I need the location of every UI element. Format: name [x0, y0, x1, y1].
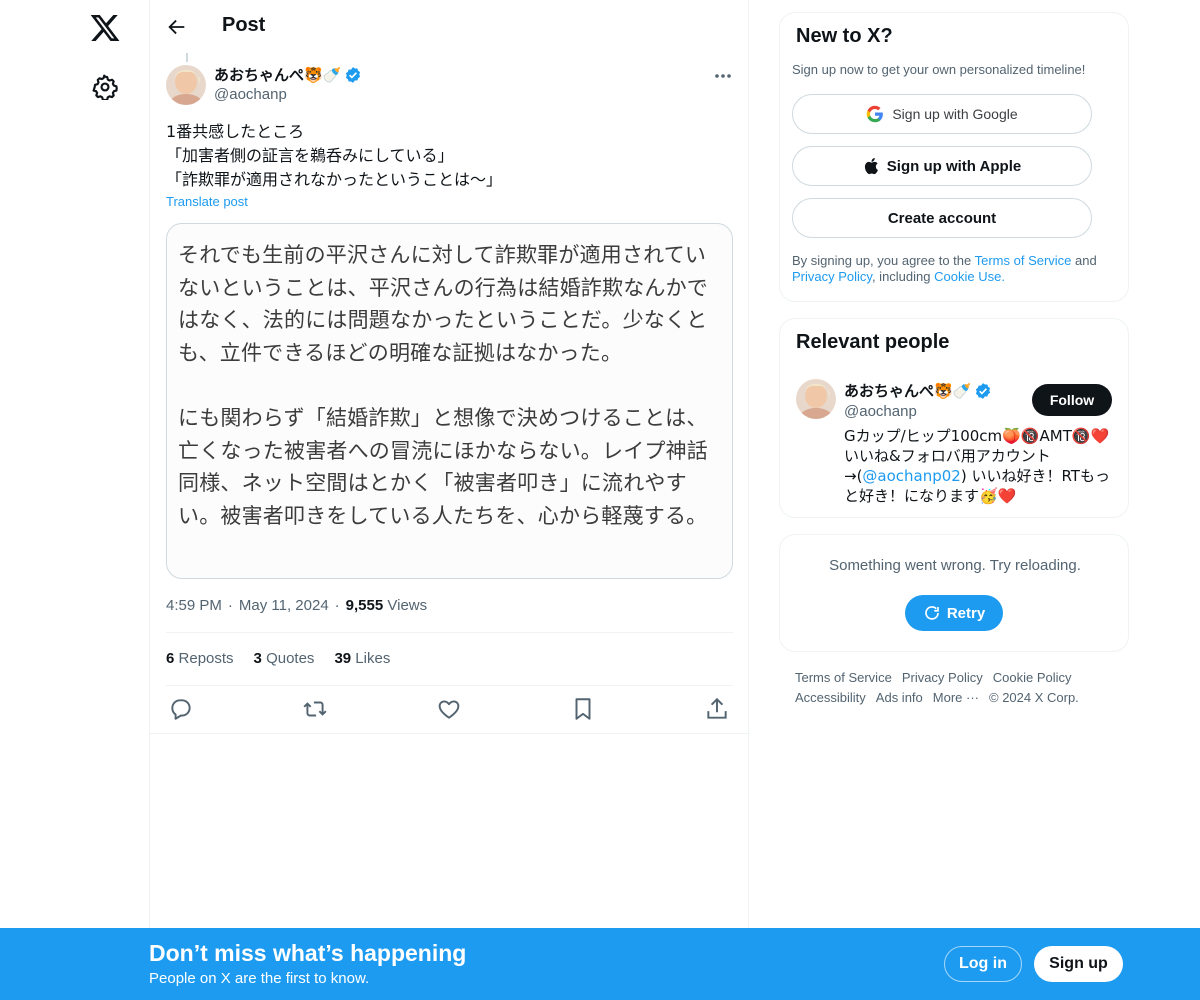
divider [150, 733, 750, 734]
signup-subtitle: Sign up now to get your own personalized… [792, 62, 1086, 77]
create-account-label: Create account [887, 209, 997, 227]
bio-link[interactable]: @aochanp02 [862, 467, 960, 485]
person-name-text[interactable]: あおちゃんぺ🐯🍼 [844, 380, 971, 401]
reply-icon[interactable] [168, 696, 194, 722]
legal-including: , including [871, 269, 935, 284]
x-logo-icon[interactable] [89, 12, 121, 44]
signup-card: New to X? Sign up now to get your own pe… [779, 12, 1129, 302]
main-column: Post あおちゃんぺ🐯🍼 @aochanp 1番共感したところ 「加害者側の証… [149, 0, 750, 1000]
divider [166, 685, 733, 686]
avatar[interactable] [166, 65, 206, 105]
person-handle[interactable]: @aochanp [844, 403, 917, 420]
relevant-people-title: Relevant people [796, 331, 950, 353]
left-nav [0, 0, 150, 1000]
legal-and: and [1071, 253, 1097, 268]
apple-icon [864, 158, 878, 175]
page-title: Post [222, 14, 266, 36]
likes-stat[interactable]: 39 Likes [334, 650, 390, 667]
error-card: Something went wrong. Try reloading. Ret… [779, 534, 1129, 652]
retry-label: Retry [946, 604, 986, 622]
footer-copyright: © 2024 X Corp. [989, 690, 1079, 705]
author-name[interactable]: あおちゃんぺ🐯🍼 [214, 64, 362, 85]
retry-button[interactable]: Retry [905, 595, 1003, 631]
verified-badge-icon [346, 66, 361, 83]
views-count: 9,555 [345, 597, 384, 614]
more-icon[interactable] [712, 70, 734, 82]
create-account-button[interactable]: Create account [792, 198, 1092, 238]
footer-more[interactable]: More ··· [933, 690, 979, 705]
author-name-text[interactable]: あおちゃんぺ🐯🍼 [214, 64, 341, 85]
reposts-stat[interactable]: 6 Reposts [166, 650, 234, 667]
reposts-label: Reposts [178, 650, 234, 667]
person-bio: Gカップ/ヒップ100cm🍑🔞AMT🔞❤️いいね&フォロバ用アカウント→(@ao… [844, 426, 1112, 506]
google-label: Sign up with Google [892, 106, 1018, 122]
likes-label: Likes [355, 650, 391, 667]
signup-button[interactable]: Sign up [1034, 946, 1123, 982]
legal-prefix: By signing up, you agree to the [792, 253, 975, 268]
login-button[interactable]: Log in [944, 946, 1022, 982]
legal-period: . [1001, 269, 1005, 284]
media-text: それでも生前の平沢さんに対して詐欺罪が適用されていないということは、平沢さんの行… [178, 243, 708, 528]
signup-google-button[interactable]: Sign up with Google [792, 94, 1092, 134]
apple-label: Sign up with Apple [886, 157, 1022, 175]
signup-legal: By signing up, you agree to the Terms of… [792, 253, 1122, 285]
relevant-people-card: Relevant people あおちゃんぺ🐯🍼 @aochanp Follow… [779, 318, 1129, 518]
tweet-text: 1番共感したところ 「加害者側の証言を鵜呑みにしている」 「詐欺罪が適用されなか… [166, 122, 503, 189]
page-header: Post [150, 0, 750, 53]
meta-separator: · [227, 597, 233, 614]
tweet-stats: 6 Reposts 3 Quotes 39 Likes [166, 650, 390, 667]
arrow-left-icon[interactable] [166, 16, 188, 38]
repost-icon[interactable] [302, 696, 328, 722]
quotes-stat[interactable]: 3 Quotes [254, 650, 315, 667]
bottom-banner: Don’t miss what’s happening People on X … [0, 928, 1200, 1000]
cookie-link[interactable]: Cookie Use [934, 269, 1001, 284]
footer-cookie[interactable]: Cookie Policy [993, 670, 1072, 685]
terms-link[interactable]: Terms of Service [975, 253, 1072, 268]
views: 9,555 Views [346, 597, 427, 614]
heart-icon[interactable] [436, 696, 462, 722]
views-label: Views [387, 597, 428, 614]
meta-separator: · [334, 597, 340, 614]
verified-badge-icon [976, 382, 991, 399]
gear-icon[interactable] [92, 74, 118, 100]
tweet-actions [166, 696, 733, 722]
author-handle[interactable]: @aochanp [214, 86, 287, 103]
translate-link[interactable]: Translate post [166, 194, 248, 209]
bookmark-icon[interactable] [570, 696, 596, 722]
signup-apple-button[interactable]: Sign up with Apple [792, 146, 1092, 186]
footer-privacy[interactable]: Privacy Policy [902, 670, 983, 685]
footer-links: Terms of Service Privacy Policy Cookie Pol… [795, 668, 1115, 708]
likes-count: 39 [334, 650, 352, 667]
error-message: Something went wrong. Try reloading. [829, 557, 1081, 574]
banner-subtitle: People on X are the first to know. [149, 970, 370, 987]
reposts-count: 6 [166, 650, 175, 667]
footer-accessibility[interactable]: Accessibility [795, 690, 866, 705]
google-icon [867, 105, 884, 123]
footer-ads[interactable]: Ads info [876, 690, 923, 705]
tweet-meta: 4:59 PM · May 11, 2024 · 9,555 Views [166, 597, 427, 614]
follow-button[interactable]: Follow [1032, 384, 1112, 416]
person-name[interactable]: あおちゃんぺ🐯🍼 [844, 380, 992, 401]
tweet-media[interactable]: それでも生前の平沢さんに対して詐欺罪が適用されていないということは、平沢さんの行… [166, 223, 733, 579]
tweet-date[interactable]: May 11, 2024 [239, 597, 329, 614]
divider [166, 632, 733, 633]
avatar[interactable] [796, 379, 836, 419]
banner-title: Don’t miss what’s happening [149, 940, 467, 966]
footer-terms[interactable]: Terms of Service [795, 670, 892, 685]
refresh-icon [925, 606, 939, 620]
quotes-count: 3 [253, 650, 262, 667]
tweet-time[interactable]: 4:59 PM [166, 597, 222, 614]
thread-line [186, 53, 188, 62]
signup-title: New to X? [796, 25, 893, 47]
quotes-label: Quotes [266, 650, 315, 667]
share-icon[interactable] [704, 696, 730, 722]
privacy-link[interactable]: Privacy Policy [792, 269, 872, 284]
